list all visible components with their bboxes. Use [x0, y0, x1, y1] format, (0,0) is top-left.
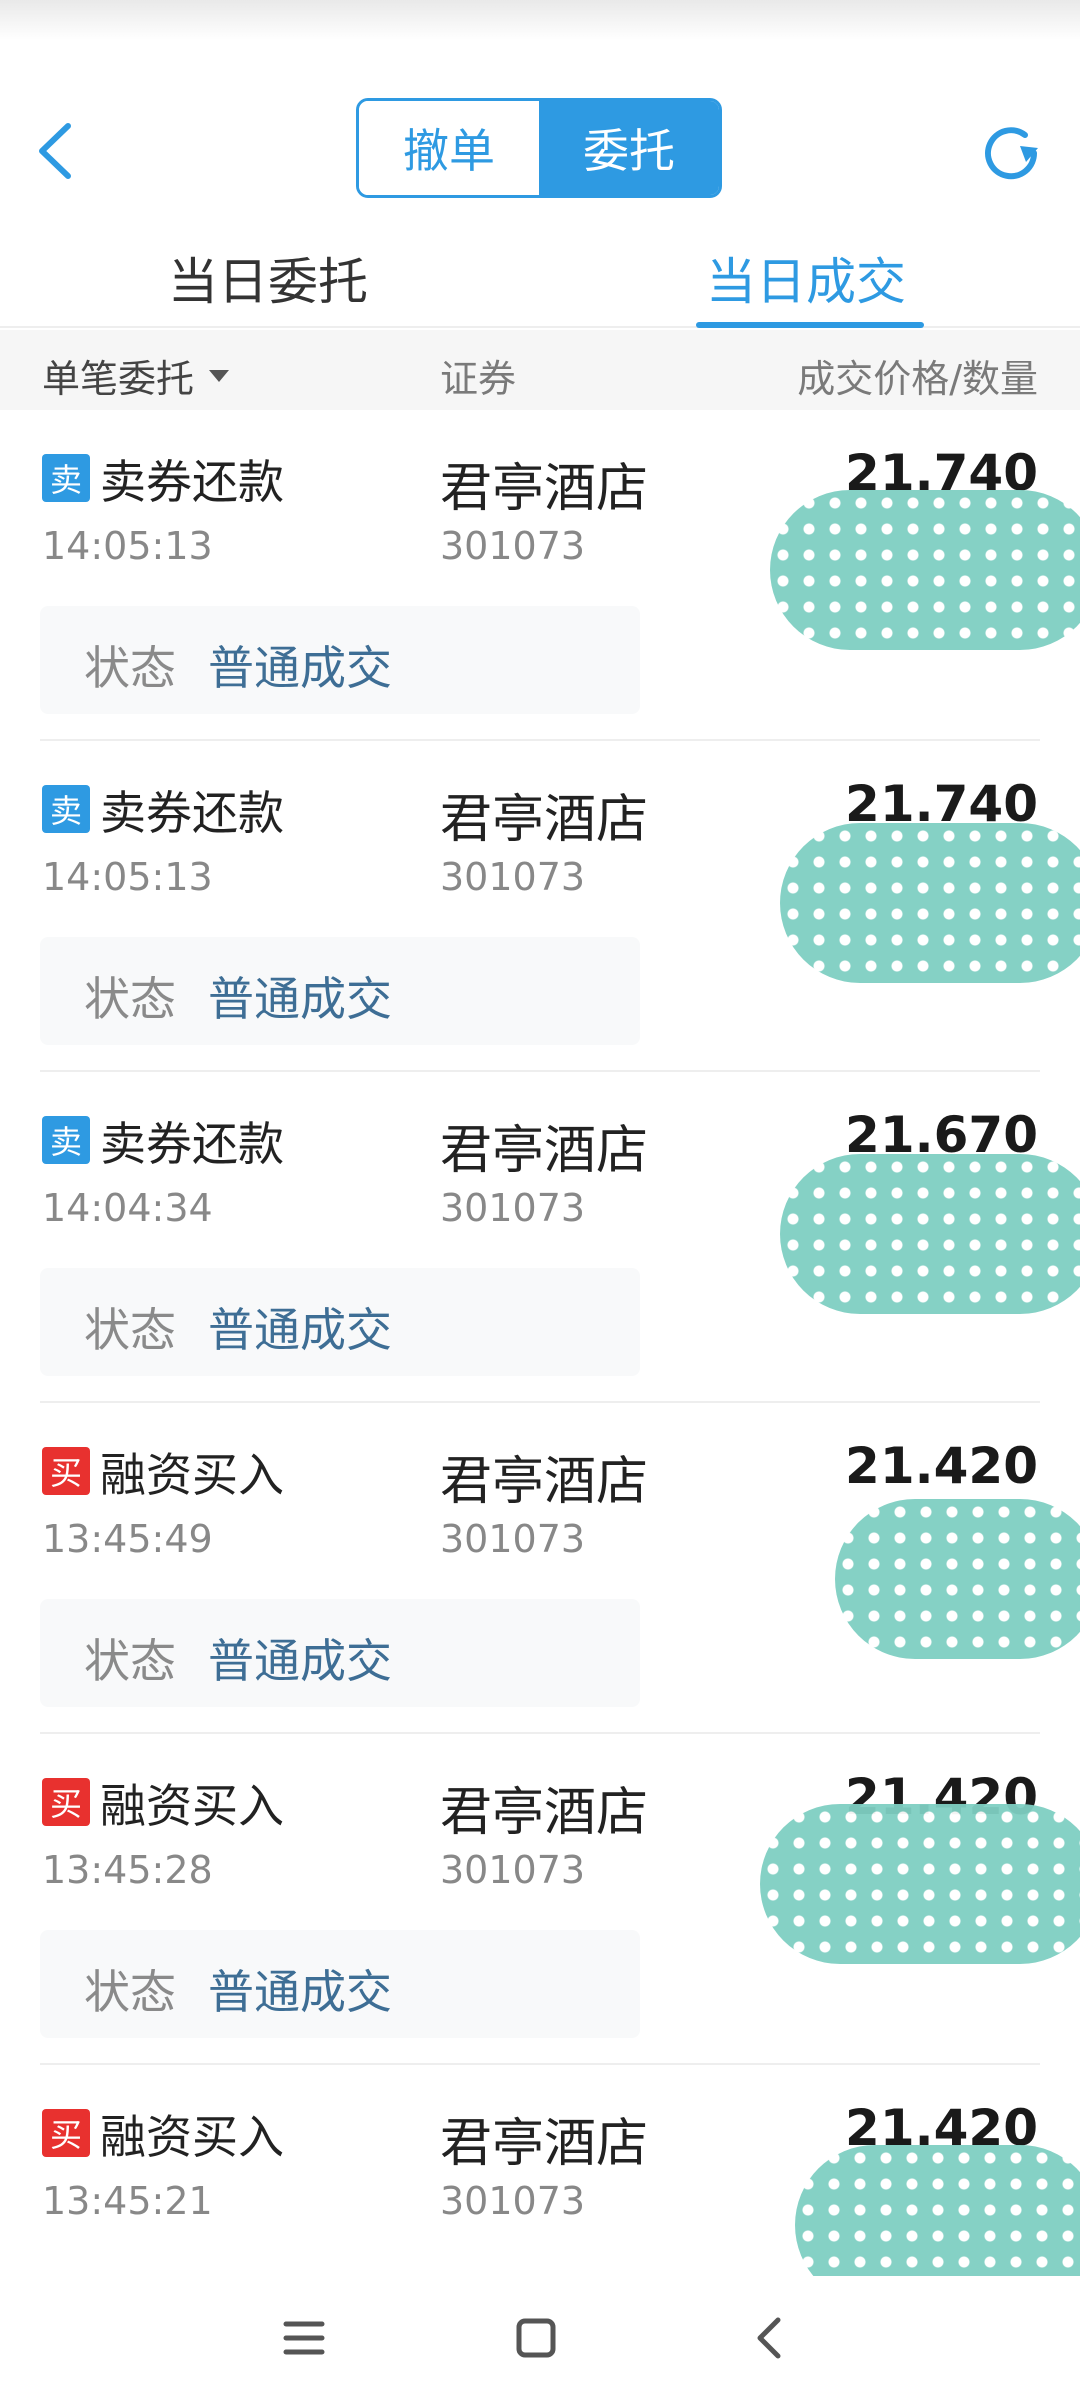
status-value: 普通成交 — [208, 1303, 392, 1357]
security-code: 301073 — [440, 524, 586, 568]
square-icon — [516, 2318, 556, 2358]
trade-operation: 卖券还款 — [100, 1117, 284, 1171]
status-box: 状态 普通成交 — [40, 1599, 640, 1707]
status-box: 状态 普通成交 — [40, 937, 640, 1045]
status-box: 状态 普通成交 — [40, 1268, 640, 1376]
security-column-label: 证券 — [440, 357, 517, 401]
entrust-segment[interactable]: 委托 — [539, 101, 719, 195]
cancel-order-segment[interactable]: 撤单 — [359, 101, 539, 195]
menu-icon — [283, 2321, 325, 2355]
trade-row[interactable]: 卖 卖券还款 14:05:13 君亭酒店 301073 21.740 状态 普通… — [0, 410, 1080, 741]
security-code: 301073 — [440, 855, 586, 899]
trade-row[interactable]: 买 融资买入 13:45:28 君亭酒店 301073 21.420 状态 普通… — [0, 1734, 1080, 2065]
chevron-left-icon — [39, 123, 71, 179]
status-box: 状态 普通成交 — [40, 606, 640, 714]
sell-badge: 卖 — [42, 454, 90, 502]
filter-label: 单笔委托 — [42, 357, 195, 401]
status-value: 普通成交 — [208, 641, 392, 695]
system-nav-bar — [0, 2276, 1080, 2400]
status-label: 状态 — [84, 1965, 176, 2019]
trade-time: 13:45:28 — [42, 1848, 213, 1892]
status-value: 普通成交 — [208, 972, 392, 1026]
trade-price: 21.420 — [845, 1437, 1038, 1495]
trade-row[interactable]: 卖 卖券还款 14:04:34 君亭酒店 301073 21.670 状态 普通… — [0, 1072, 1080, 1403]
trade-time: 14:05:13 — [42, 855, 213, 899]
triangle-down-icon — [209, 369, 230, 382]
redaction-blob — [780, 823, 1080, 983]
security-name: 君亭酒店 — [440, 1452, 649, 1512]
home-button[interactable] — [504, 2306, 568, 2370]
sell-badge: 卖 — [42, 1116, 90, 1164]
status-value: 普通成交 — [208, 1634, 392, 1688]
column-header: 单笔委托 证券 成交价格/数量 — [0, 330, 1080, 410]
mode-segmented-control: 撤单 委托 — [356, 98, 722, 198]
trade-row[interactable]: 买 融资买入 13:45:49 君亭酒店 301073 21.420 状态 普通… — [0, 1403, 1080, 1734]
order-filter-dropdown[interactable]: 单笔委托 — [42, 348, 230, 403]
security-code: 301073 — [440, 1186, 586, 1230]
trade-operation: 融资买入 — [100, 1448, 284, 1502]
trade-operation: 卖券还款 — [100, 786, 284, 840]
security-code: 301073 — [440, 2179, 586, 2223]
redaction-blob — [780, 1154, 1080, 1314]
chevron-left-icon — [757, 2317, 781, 2359]
trade-operation: 卖券还款 — [100, 455, 284, 509]
price-qty-column-label: 成交价格/数量 — [797, 357, 1038, 401]
status-label: 状态 — [84, 1303, 176, 1357]
security-code: 301073 — [440, 1517, 586, 1561]
security-name: 君亭酒店 — [440, 459, 649, 519]
tab-bar: 当日委托 当日成交 — [0, 220, 1080, 328]
redaction-blob — [760, 1804, 1080, 1964]
status-box: 状态 普通成交 — [40, 1930, 640, 2038]
security-name: 君亭酒店 — [440, 1783, 649, 1843]
refresh-icon — [985, 127, 1038, 180]
status-label: 状态 — [84, 641, 176, 695]
status-bar — [0, 0, 1080, 40]
tab-today-trades[interactable]: 当日成交 — [706, 242, 906, 314]
system-back-button[interactable] — [738, 2306, 802, 2370]
buy-badge: 买 — [42, 2109, 90, 2157]
trade-operation: 融资买入 — [100, 2110, 284, 2164]
buy-badge: 买 — [42, 1447, 90, 1495]
trade-time: 14:04:34 — [42, 1186, 213, 1230]
header: 撤单 委托 — [0, 40, 1080, 220]
sell-badge: 卖 — [42, 785, 90, 833]
trade-row[interactable]: 卖 卖券还款 14:05:13 君亭酒店 301073 21.740 状态 普通… — [0, 741, 1080, 1072]
security-name: 君亭酒店 — [440, 790, 649, 850]
status-value: 普通成交 — [208, 1965, 392, 2019]
buy-badge: 买 — [42, 1778, 90, 1826]
redaction-blob — [770, 490, 1080, 650]
trade-operation: 融资买入 — [100, 1779, 284, 1833]
refresh-button[interactable] — [976, 118, 1046, 188]
trade-time: 13:45:21 — [42, 2179, 213, 2223]
status-label: 状态 — [84, 1634, 176, 1688]
active-tab-indicator — [696, 322, 924, 328]
trade-list: 卖 卖券还款 14:05:13 君亭酒店 301073 21.740 状态 普通… — [0, 410, 1080, 2396]
back-button[interactable] — [28, 116, 88, 186]
trade-time: 13:45:49 — [42, 1517, 213, 1561]
security-code: 301073 — [440, 1848, 586, 1892]
tab-today-orders[interactable]: 当日委托 — [168, 242, 368, 314]
redaction-blob — [835, 1499, 1080, 1659]
trade-time: 14:05:13 — [42, 524, 213, 568]
recents-button[interactable] — [272, 2306, 336, 2370]
status-label: 状态 — [84, 972, 176, 1026]
security-name: 君亭酒店 — [440, 1121, 649, 1181]
security-name: 君亭酒店 — [440, 2114, 649, 2174]
